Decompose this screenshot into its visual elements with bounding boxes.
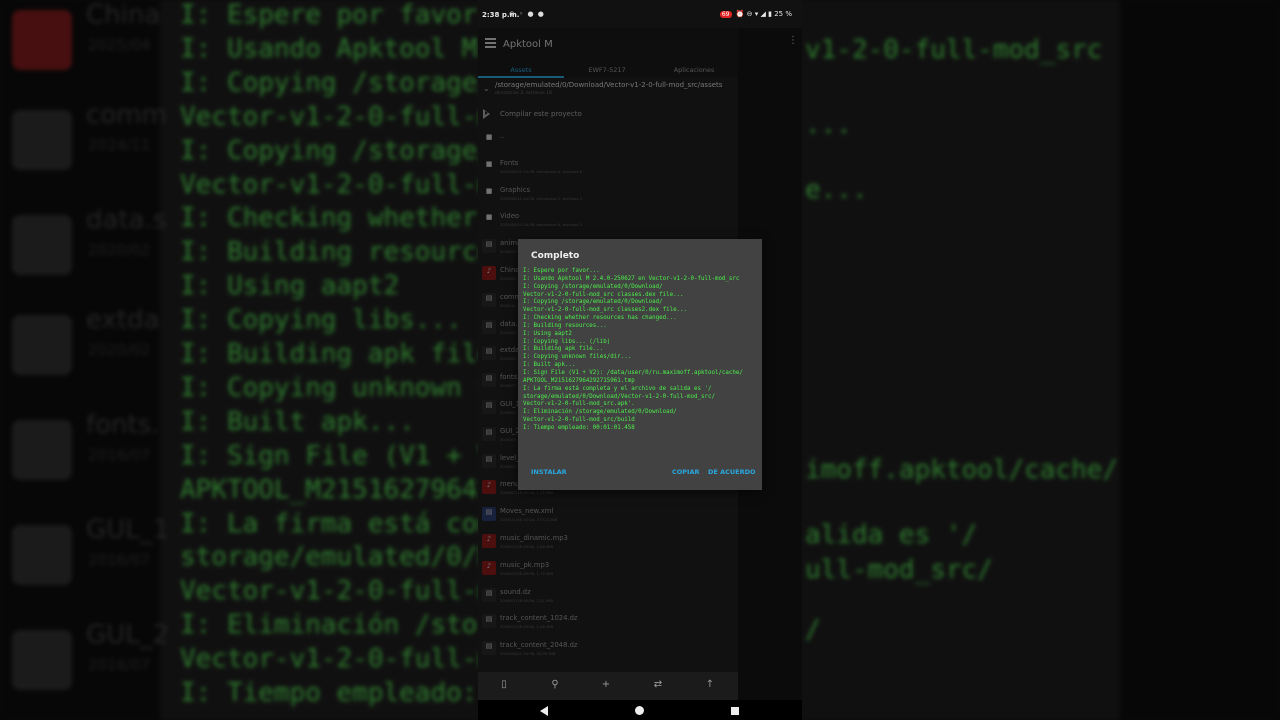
dialog-title: Completo [531, 251, 580, 261]
backdrop-log-line: I: Usando Apktool M 2 [180, 33, 509, 64]
log-line: I: Tiempo empleado: 00:01:01.458 [523, 424, 635, 431]
log-line: Vector-v1-2-0-full-mod_src.apk'. [523, 401, 635, 408]
log-line: I: Using aapt2 [523, 330, 572, 337]
backdrop-file-name: China [86, 0, 161, 30]
backdrop-file-date: 2016/07 [88, 446, 151, 464]
add-icon[interactable]: + [599, 678, 613, 692]
backdrop-file-icon [12, 525, 72, 585]
backdrop-file-icon [12, 630, 72, 690]
backdrop-file-name: GUL_1 [86, 515, 170, 545]
system-icons: ⏰ ⊖ ▾ ◢ ▮ [735, 10, 772, 18]
back-icon[interactable] [540, 706, 548, 716]
backdrop-file-date: 2020/02 [88, 341, 151, 359]
backdrop-log-line: I: Built apk... [180, 406, 415, 437]
up-arrow-icon[interactable]: ↑ [703, 678, 717, 692]
log-line: I: Building apk file... [523, 346, 604, 353]
log-line: I: Building resources... [523, 322, 607, 329]
backdrop-file-name: data.s [86, 205, 167, 235]
backdrop-log-line: I: Espere por favor... [180, 0, 525, 30]
log-line: Vector-v1-2-0-full-mod_src classes2.dex … [523, 307, 688, 314]
backdrop-log-line: I: Building apk file. [180, 339, 509, 369]
backdrop-log-line: storage/emulated/0/Do [180, 542, 509, 573]
backdrop-file-date: 2016/07 [88, 656, 151, 674]
status-right: 69 ⏰ ⊖ ▾ ◢ ▮ 25 % [719, 10, 792, 18]
backdrop-file-icon [12, 315, 72, 375]
backdrop-file-name: GUL_2 [86, 620, 170, 650]
log-line: APKTOOL_M2151627964292715961.tmp [523, 377, 635, 384]
backdrop-log-line-right: v1-2-0-full-mod_src [805, 35, 1103, 65]
backdrop-file-name: comm [86, 100, 167, 130]
completion-dialog: Completo I: Espere por favor... I: Usando… [518, 239, 762, 490]
backdrop-log-line: I: Sign File (V1 + V2 [180, 440, 509, 471]
backdrop-log-line-right: alida es '/ [805, 520, 978, 550]
backdrop-file-date: 2025/04 [88, 36, 151, 54]
backdrop-log-line: I: Building resources [180, 237, 509, 268]
recents-icon[interactable] [731, 707, 739, 715]
backdrop-log-line: Vector-v1-2-0-full-mo [180, 101, 509, 132]
log-line: storage/emulated/0/Download/Vector-v1-2-… [523, 393, 715, 400]
backdrop-log-line: Vector-v1-2-0-full-mo [180, 169, 509, 200]
log-line: I: Eliminación /storage/emulated/0/Downl… [523, 409, 677, 416]
backdrop-log-line-right: / [805, 615, 821, 645]
backdrop-log-line: I: La firma está comp [180, 508, 509, 539]
log-line: I: La firma está completa y el archivo d… [523, 385, 712, 392]
log-line: I: Built apk... [523, 362, 576, 369]
log-line: I: Copying libs... (/lib) [523, 338, 611, 345]
backdrop-file-icon [12, 110, 72, 170]
backdrop-log-line-right: imoff.apktool/cache/ [805, 455, 1119, 485]
bottom-toolbar: ▯ ⚲ + ⇄ ↑ [478, 672, 738, 700]
status-bar: 2:38 p.m. ⊛ ◦ ● ● 69 ⏰ ⊖ ▾ ◢ ▮ 25 % [478, 0, 802, 28]
backdrop-file-icon [12, 420, 72, 480]
bookmark-icon[interactable]: ▯ [497, 678, 511, 692]
backdrop-file-name: extda [86, 305, 160, 335]
backdrop-file-date: 2024/11 [88, 136, 151, 154]
backdrop-log-line: I: Using aapt2 [180, 271, 400, 302]
backdrop-log-line: I: Copying libs... (/ [180, 305, 509, 336]
log-line: I: Copying unknown files/dir... [523, 354, 632, 361]
backdrop-log-line-right: ... [805, 110, 852, 140]
search-icon[interactable]: ⚲ [548, 678, 562, 692]
backdrop-file-date: 2016/07 [88, 551, 151, 569]
log-line: Vector-v1-2-0-full-mod_src classes.dex f… [523, 291, 684, 298]
backdrop-log-line: I: Checking whether r [180, 203, 509, 234]
backdrop-log-line: I: Tiempo empleado: 0 [180, 678, 509, 708]
battery-level: 25 % [774, 10, 792, 18]
swap-icon[interactable]: ⇄ [651, 678, 665, 692]
backdrop-log-line: I: Copying /storage/e [180, 67, 509, 98]
backdrop-log-line: APKTOOL_M215162796429 [180, 474, 509, 505]
log-line: Vector-v1-2-0-full-mod_src/build [523, 417, 635, 424]
backdrop-log-line: Vector-v1-2-0-full-mo [180, 644, 509, 675]
log-line: I: Espere por favor... [523, 268, 600, 274]
backdrop-file-icon [12, 10, 72, 70]
log-line: I: Usando Apktool M 2.4.0-250627 en Vect… [523, 275, 740, 282]
notification-badge: 69 [719, 11, 732, 18]
ok-button[interactable]: DE ACUERDO [708, 468, 756, 476]
install-button[interactable]: INSTALAR [531, 468, 567, 476]
backdrop-log-line-right: e... [805, 175, 868, 205]
build-log: I: Espere por favor... I: Usando Apktool … [523, 268, 759, 433]
backdrop-file-icon [12, 215, 72, 275]
copy-button[interactable]: COPIAR [672, 468, 700, 476]
log-line: I: Copying /storage/emulated/0/Download/ [523, 283, 663, 290]
backdrop-right-margin [1120, 0, 1280, 720]
log-line: I: Sign File (V1 + V2): /data/user/0/ru.… [523, 369, 743, 376]
backdrop-file-name: fonts. [86, 410, 160, 440]
notification-icons: ⊛ ◦ ● ● [509, 10, 545, 18]
log-line: I: Checking whether resources has change… [523, 315, 677, 322]
backdrop-log-line-right: ull-mod_src/ [805, 555, 993, 585]
backdrop-log-line: I: Eliminación /stora [180, 610, 509, 641]
home-icon[interactable] [635, 706, 644, 715]
backdrop-log-line: I: Copying /storage/e [180, 135, 509, 166]
system-nav-bar [478, 700, 802, 720]
log-line: I: Copying /storage/emulated/0/Download/ [523, 299, 663, 306]
backdrop-log-line: Vector-v1-2-0-full-mo [180, 576, 509, 607]
backdrop-log-line: I: Copying unknown fi [180, 372, 509, 403]
backdrop-file-date: 2020/02 [88, 241, 151, 259]
